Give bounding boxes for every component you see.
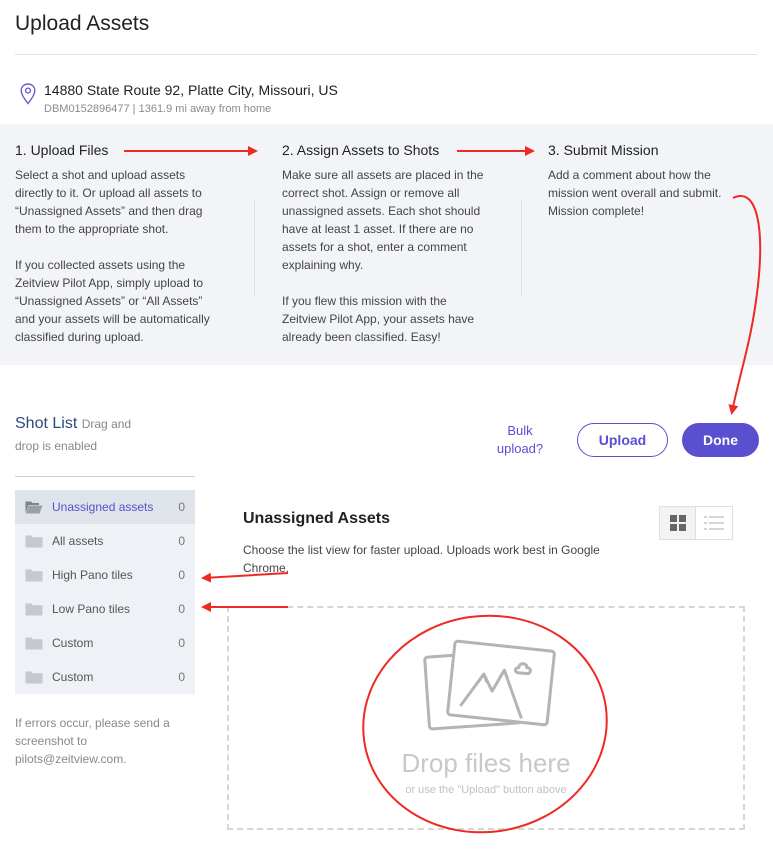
shot-item-count: 0 [178, 636, 185, 650]
step-text: If you flew this mission with the Zeitvi… [282, 294, 475, 344]
shot-list-header: Shot List Drag and drop is enabled [15, 413, 145, 457]
shot-item-count: 0 [178, 670, 185, 684]
shot-item-count: 0 [178, 534, 185, 548]
shot-list: Unassigned assets 0 All assets 0 High Pa… [15, 490, 195, 694]
step-text: Make sure all assets are placed in the c… [282, 168, 484, 272]
step-divider [254, 200, 255, 296]
shot-item-label: High Pano tiles [52, 568, 133, 582]
bulk-upload-link[interactable]: Bulk upload? [492, 422, 548, 458]
folder-icon [25, 569, 43, 582]
upload-button[interactable]: Upload [577, 423, 668, 457]
step-title: 2. Assign Assets to Shots [282, 142, 440, 158]
assets-description: Choose the list view for faster upload. … [243, 543, 600, 575]
shot-item-low-pano-tiles[interactable]: Low Pano tiles 0 [15, 592, 195, 626]
errors-note: If errors occur, please send a screensho… [15, 716, 170, 766]
title-divider [15, 54, 757, 55]
step-text: If you collected assets using the Zeitvi… [15, 258, 210, 344]
map-pin-icon [20, 83, 36, 105]
folder-icon [25, 603, 43, 616]
step-text: Select a shot and upload assets directly… [15, 168, 203, 236]
folder-open-icon [25, 501, 43, 514]
shot-item-unassigned-assets[interactable]: Unassigned assets 0 [15, 490, 195, 524]
drop-files-text: Drop files here [401, 748, 571, 778]
grid-icon [669, 515, 686, 531]
shot-item-custom[interactable]: Custom 0 [15, 660, 195, 694]
file-dropzone[interactable]: Drop files here or use the "Upload" butt… [227, 606, 745, 830]
folder-icon [25, 671, 43, 684]
shot-item-label: Custom [52, 636, 94, 650]
shot-item-all-assets[interactable]: All assets 0 [15, 524, 195, 558]
drop-files-subtext: or use the "Upload" button above [405, 784, 567, 796]
shot-list-divider [15, 476, 195, 477]
shot-item-label: Low Pano tiles [52, 602, 131, 616]
step-title: 3. Submit Mission [548, 142, 659, 158]
shot-item-custom[interactable]: Custom 0 [15, 626, 195, 660]
list-icon [704, 516, 724, 530]
step-divider [521, 200, 522, 296]
list-view-button[interactable] [696, 507, 732, 539]
folder-icon [25, 637, 43, 650]
shot-item-label: Unassigned assets [52, 500, 154, 514]
step-submit-mission: 3. Submit Mission Add a comment about ho… [548, 142, 743, 220]
shot-item-label: Custom [52, 670, 94, 684]
location-meta: DBM0152896477 | 1361.9 mi away from home [44, 103, 272, 115]
shot-list-title: Shot List [15, 415, 78, 432]
shot-item-count: 0 [178, 602, 185, 616]
step-text: Add a comment about how the mission went… [548, 168, 722, 218]
shot-item-count: 0 [178, 568, 185, 582]
grid-view-button[interactable] [660, 507, 696, 539]
step-assign-assets: 2. Assign Assets to Shots Make sure all … [282, 142, 492, 346]
done-button[interactable]: Done [682, 423, 759, 457]
page-title: Upload Assets [15, 12, 150, 35]
assets-section-title: Unassigned Assets [243, 510, 391, 527]
image-upload-icon [423, 639, 556, 731]
location-address: 14880 State Route 92, Platte City, Misso… [44, 82, 338, 98]
view-toggle [659, 506, 733, 540]
step-title: 1. Upload Files [15, 142, 109, 158]
shot-item-high-pano-tiles[interactable]: High Pano tiles 0 [15, 558, 195, 592]
shot-item-label: All assets [52, 534, 104, 548]
shot-item-count: 0 [178, 500, 185, 514]
step-upload-files: 1. Upload Files Select a shot and upload… [15, 142, 225, 346]
folder-icon [25, 535, 43, 548]
instructions-panel: 1. Upload Files Select a shot and upload… [0, 124, 773, 365]
